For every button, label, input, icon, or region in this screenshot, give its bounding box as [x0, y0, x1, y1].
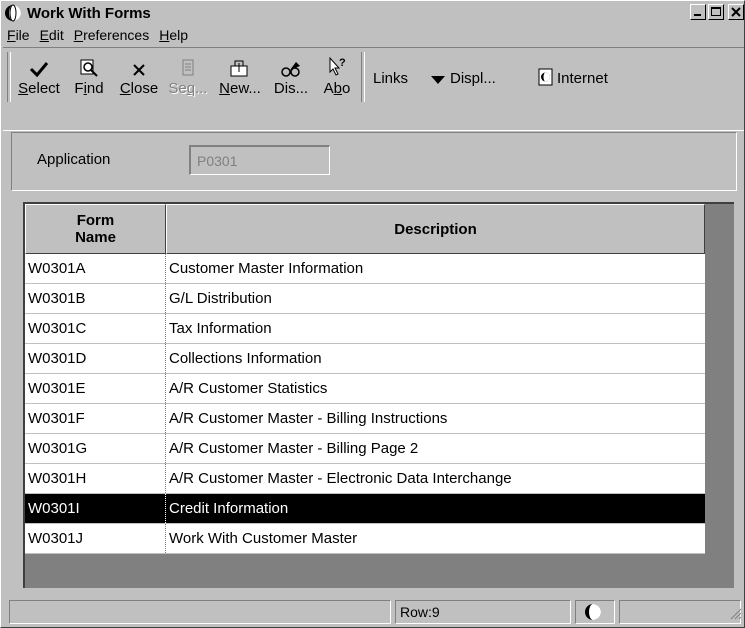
form-name-cell: W0301G: [25, 434, 166, 463]
close-window-button[interactable]: [728, 4, 744, 20]
status-bar: Row:9: [3, 598, 744, 626]
find-magnifier-icon: [69, 54, 109, 78]
table-row[interactable]: W0301I Credit Information: [25, 494, 705, 524]
app-globe-icon: [4, 4, 22, 22]
description-cell: A/R Customer Statistics: [169, 380, 328, 397]
column-header-description[interactable]: Description: [166, 204, 705, 254]
document-icon: [167, 54, 209, 78]
form-name-cell: W0301B: [25, 284, 166, 313]
select-button[interactable]: Select: [17, 54, 61, 102]
menu-bar: File Edit Preferences Help: [3, 25, 194, 45]
menu-preferences[interactable]: Preferences: [70, 27, 156, 43]
form-name-cell: W0301A: [25, 254, 166, 283]
row-indicator: Row:9: [400, 604, 440, 620]
form-name-cell: W0301I: [25, 494, 166, 523]
description-cell: A/R Customer Master - Electronic Data In…: [169, 470, 512, 487]
display-menu[interactable]: Displ...: [450, 70, 496, 87]
binoculars-icon: [269, 54, 313, 78]
table-row[interactable]: W0301B G/L Distribution: [25, 284, 705, 314]
description-cell: Collections Information: [169, 350, 322, 367]
svg-text:?: ?: [339, 57, 346, 69]
table-row[interactable]: W0301C Tax Information: [25, 314, 705, 344]
application-field: P0301: [189, 145, 330, 175]
description-cell: A/R Customer Master - Billing Page 2: [169, 440, 419, 457]
table-row[interactable]: W0301D Collections Information: [25, 344, 705, 374]
status-icon-pane: [575, 600, 615, 624]
table-row[interactable]: W0301F A/R Customer Master - Billing Inst…: [25, 404, 705, 434]
internet-icon[interactable]: [538, 68, 554, 90]
form-name-cell: W0301H: [25, 464, 166, 493]
application-label: Application: [37, 151, 111, 168]
description-cell: Customer Master Information: [169, 260, 364, 277]
table-row[interactable]: W0301J Work With Customer Master: [25, 524, 705, 554]
internet-button[interactable]: Internet: [557, 70, 608, 87]
header-panel: Application P0301: [11, 132, 737, 191]
description-cell: G/L Distribution: [169, 290, 272, 307]
about-button[interactable]: ? Abo: [319, 54, 355, 102]
status-row-pane: Row:9: [395, 600, 571, 624]
form-name-cell: W0301D: [25, 344, 166, 373]
form-name-cell: W0301F: [25, 404, 166, 433]
title-bar[interactable]: Work With Forms: [3, 3, 744, 23]
table-row[interactable]: W0301E A/R Customer Statistics: [25, 374, 705, 404]
checkmark-icon: [17, 54, 61, 78]
forms-grid: Form Name Description W0301A Customer Mas…: [23, 202, 734, 588]
form-name-cell: W0301E: [25, 374, 166, 403]
menu-edit[interactable]: Edit: [36, 27, 70, 43]
new-button[interactable]: New...: [215, 54, 265, 102]
dropdown-arrow-icon[interactable]: [431, 72, 445, 89]
description-cell: Tax Information: [169, 320, 272, 337]
form-name-cell: W0301C: [25, 314, 166, 343]
table-row[interactable]: W0301G A/R Customer Master - Billing Page…: [25, 434, 705, 464]
display-button[interactable]: Dis...: [269, 54, 313, 102]
grid-header: Form Name Description: [25, 204, 705, 254]
status-globe-icon: [584, 604, 602, 624]
column-header-form-name[interactable]: Form Name: [25, 204, 166, 254]
application-window: Work With Forms File Edit Preferences He…: [0, 0, 745, 628]
status-extra-pane: [619, 600, 741, 624]
table-row[interactable]: W0301A Customer Master Information: [25, 254, 705, 284]
about-help-icon: ?: [319, 54, 355, 78]
find-button[interactable]: Find: [69, 54, 109, 102]
new-folder-icon: [215, 54, 265, 78]
menu-file[interactable]: File: [3, 27, 36, 43]
form-name-cell: W0301J: [25, 524, 166, 553]
toolbar: Select Find Close Seq... New... Dis... ?…: [3, 47, 744, 131]
grid-body: W0301A Customer Master Information W0301B G…: [25, 254, 705, 554]
description-cell: A/R Customer Master - Billing Instructio…: [169, 410, 448, 427]
status-message-pane: [9, 600, 391, 624]
toolbar-separator: [361, 52, 365, 102]
minimize-button[interactable]: [690, 4, 706, 20]
table-row[interactable]: W0301H A/R Customer Master - Electronic D…: [25, 464, 705, 494]
sequence-button[interactable]: Seq...: [167, 54, 209, 102]
maximize-button[interactable]: [708, 4, 724, 20]
toolbar-grip: [7, 52, 11, 102]
window-title: Work With Forms: [27, 4, 151, 22]
grid-scrollbar-area: [707, 204, 734, 588]
menu-help[interactable]: Help: [155, 27, 194, 43]
description-cell: Work With Customer Master: [169, 530, 358, 547]
close-x-icon: [115, 54, 163, 78]
close-button[interactable]: Close: [115, 54, 163, 102]
description-cell: Credit Information: [169, 500, 289, 517]
links-menu[interactable]: Links: [373, 70, 408, 87]
resize-grip-icon[interactable]: [730, 607, 742, 624]
